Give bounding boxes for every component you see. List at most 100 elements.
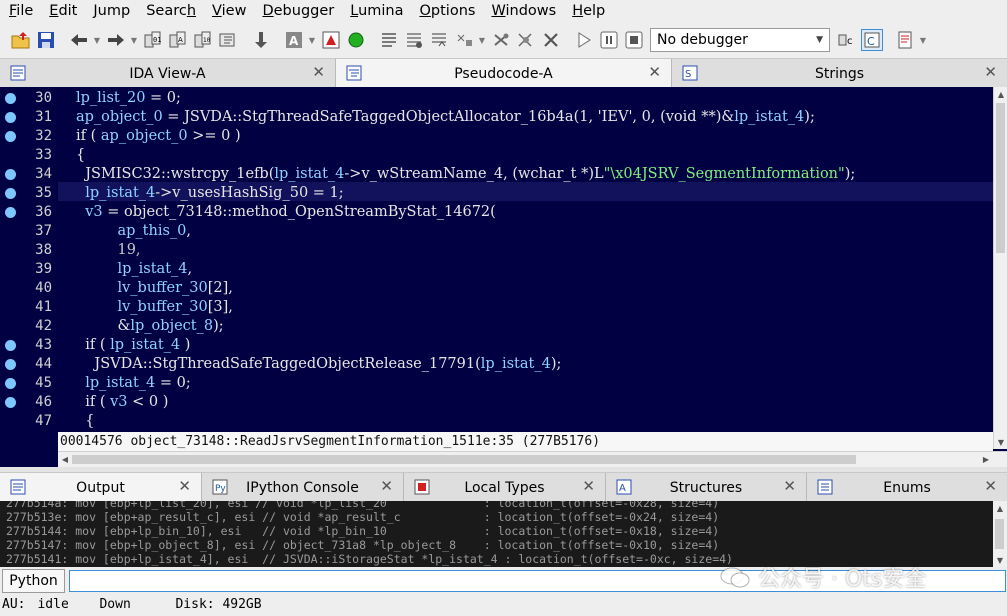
code-var[interactable]: ap_object_0 [101, 128, 188, 144]
open-file-icon[interactable] [10, 29, 32, 51]
code-var[interactable]: lp_list_20 [76, 90, 145, 106]
scroll-thumb[interactable] [995, 519, 1004, 549]
text-color-icon[interactable]: A [283, 29, 305, 51]
stop-process-icon[interactable] [623, 29, 645, 51]
code-line[interactable]: 39 lp_istat_4, [0, 260, 993, 279]
back-dropdown-icon[interactable]: ▼ [93, 29, 101, 51]
pseudocode-editor[interactable]: 30 lp_list_20 = 0; 31 ap_object_0 = JSVD… [0, 87, 1007, 467]
undefine-icon[interactable] [490, 29, 512, 51]
code-text[interactable]: if ( ap_object_0 >= 0 ) [76, 127, 241, 146]
menu-file[interactable]: File [0, 0, 41, 22]
close-icon[interactable]: ✕ [178, 477, 191, 495]
breakpoint-dot-icon[interactable] [5, 169, 16, 180]
make-array-dropdown-icon[interactable]: ▼ [478, 29, 486, 51]
tab-enums[interactable]: Enums ✕ [807, 473, 1007, 502]
code-line[interactable]: 33 { [0, 146, 993, 165]
code-var[interactable]: lp_istat_4 [110, 337, 180, 353]
code-var[interactable]: ap_this_0 [76, 223, 186, 239]
sequence-search-icon[interactable] [217, 29, 239, 51]
code-line[interactable]: 36 v3 = object_73148::method_OpenStreamB… [0, 203, 993, 222]
forward-icon[interactable] [105, 29, 127, 51]
code-var[interactable]: ap_object_0 [76, 109, 163, 125]
code-text[interactable]: lv_buffer_30[3], [76, 298, 232, 317]
close-icon[interactable]: ✕ [380, 477, 393, 495]
tab-structures[interactable]: A Structures ✕ [606, 473, 807, 502]
breakpoint-dot-icon[interactable] [5, 188, 16, 199]
tab-local-types[interactable]: Local Types ✕ [404, 473, 606, 502]
code-string[interactable]: "\x04JSRV_SegmentInformation" [604, 166, 845, 182]
code-line[interactable]: 45 lp_istat_4 = 0; [0, 374, 993, 393]
code-line[interactable]: 37 ap_this_0, [0, 222, 993, 241]
code-var[interactable]: lv_buffer_30 [76, 280, 207, 296]
scroll-thumb[interactable] [996, 103, 1005, 253]
close-icon[interactable]: ✕ [582, 477, 595, 495]
menu-lumina[interactable]: Lumina [342, 0, 411, 22]
scroll-up-icon[interactable]: ▲ [994, 87, 1007, 101]
code-text[interactable]: 19, [76, 241, 140, 260]
text-search-icon[interactable]: A [167, 29, 189, 51]
binary-search-icon[interactable]: 01 [142, 29, 164, 51]
editor-vertical-scrollbar[interactable]: ▲ ▼ [993, 87, 1007, 449]
code-line[interactable]: 47 { [0, 412, 993, 431]
close-icon[interactable]: ✕ [984, 63, 997, 81]
tab-ida-view-a[interactable]: IDA View-A ✕ [0, 59, 336, 88]
code-var[interactable]: lp_istat_4 [734, 109, 804, 125]
menu-view[interactable]: View [204, 0, 254, 22]
switch-debugger-icon[interactable]: C [861, 29, 883, 51]
menu-debugger[interactable]: Debugger [254, 0, 342, 22]
delete-function-icon[interactable] [540, 29, 562, 51]
menu-edit[interactable]: Edit [41, 0, 85, 22]
text-color-dropdown-icon[interactable]: ▼ [308, 29, 316, 51]
code-text[interactable]: if ( lp_istat_4 ) [76, 336, 190, 355]
code-var[interactable]: lp_istat_4 [274, 166, 344, 182]
code-line[interactable]: 42 &lp_object_8); [0, 317, 993, 336]
menu-jump[interactable]: Jump [85, 0, 138, 22]
breakpoint-dot-icon[interactable] [5, 378, 16, 389]
scroll-down-icon[interactable]: ▼ [993, 553, 1007, 567]
code-text[interactable]: JSMISC32::wstrcpy_1efb(lp_istat_4->v_wSt… [76, 165, 855, 184]
breakpoint-dot-icon[interactable] [5, 340, 16, 351]
breakpoint-dot-icon[interactable] [5, 131, 16, 142]
breakpoint-dot-icon[interactable] [5, 359, 16, 370]
make-code-icon[interactable] [378, 29, 400, 51]
close-icon[interactable]: ✕ [312, 63, 325, 81]
menu-windows[interactable]: Windows [483, 0, 564, 22]
code-line[interactable]: 40 lv_buffer_30[2], [0, 279, 993, 298]
breakpoint-dot-icon[interactable] [5, 93, 16, 104]
menu-search[interactable]: Search [138, 0, 204, 22]
graph-overview-icon[interactable] [320, 29, 342, 51]
tab-pseudocode-a[interactable]: Pseudocode-A ✕ [336, 59, 672, 88]
code-text[interactable]: lv_buffer_30[2], [76, 279, 232, 298]
code-text[interactable]: lp_istat_4 = 0; [76, 374, 191, 393]
editor-horizontal-scrollbar[interactable]: ◀ ▶ [58, 451, 1007, 467]
code-text[interactable]: { [76, 146, 85, 165]
code-line[interactable]: 41 lv_buffer_30[3], [0, 298, 993, 317]
code-var[interactable]: lp_istat_4 [76, 261, 187, 277]
scroll-left-icon[interactable]: ◀ [58, 452, 72, 467]
code-text[interactable]: JSVDA::StgThreadSafeTaggedObjectRelease_… [76, 355, 561, 374]
start-process-icon[interactable] [573, 29, 595, 51]
back-icon[interactable] [68, 29, 90, 51]
breakpoint-dot-icon[interactable] [5, 112, 16, 123]
code-line[interactable]: 38 19, [0, 241, 993, 260]
run-green-icon[interactable] [345, 29, 367, 51]
output-window[interactable]: 277b514a: mov [ebp+lp_list_20], esi // v… [0, 501, 993, 567]
code-text[interactable]: v3 = object_73148::method_OpenStreamBySt… [76, 203, 496, 222]
code-text[interactable]: if ( v3 < 0 ) [76, 393, 168, 412]
code-text[interactable]: ap_this_0, [76, 222, 191, 241]
scroll-down-icon[interactable]: ▼ [994, 435, 1007, 449]
code-var[interactable]: v3 [76, 204, 102, 220]
code-var[interactable]: lv_buffer_30 [76, 299, 207, 315]
code-line[interactable]: 46 if ( v3 < 0 ) [0, 393, 993, 412]
code-line[interactable]: 43 if ( lp_istat_4 ) [0, 336, 993, 355]
code-line[interactable]: 44 JSVDA::StgThreadSafeTaggedObjectRelea… [0, 355, 993, 374]
code-text[interactable]: lp_list_20 = 0; [76, 89, 181, 108]
code-line[interactable]: 31 ap_object_0 = JSVDA::StgThreadSafeTag… [0, 108, 993, 127]
toolbar-more-icon[interactable]: ▼ [919, 29, 927, 51]
scroll-right-icon[interactable]: ▶ [979, 452, 993, 467]
notepad-icon[interactable] [894, 29, 916, 51]
pause-process-icon[interactable] [598, 29, 620, 51]
menu-help[interactable]: Help [564, 0, 613, 22]
output-vertical-scrollbar[interactable]: ▲ ▼ [993, 501, 1007, 567]
close-icon[interactable]: ✕ [984, 477, 997, 495]
